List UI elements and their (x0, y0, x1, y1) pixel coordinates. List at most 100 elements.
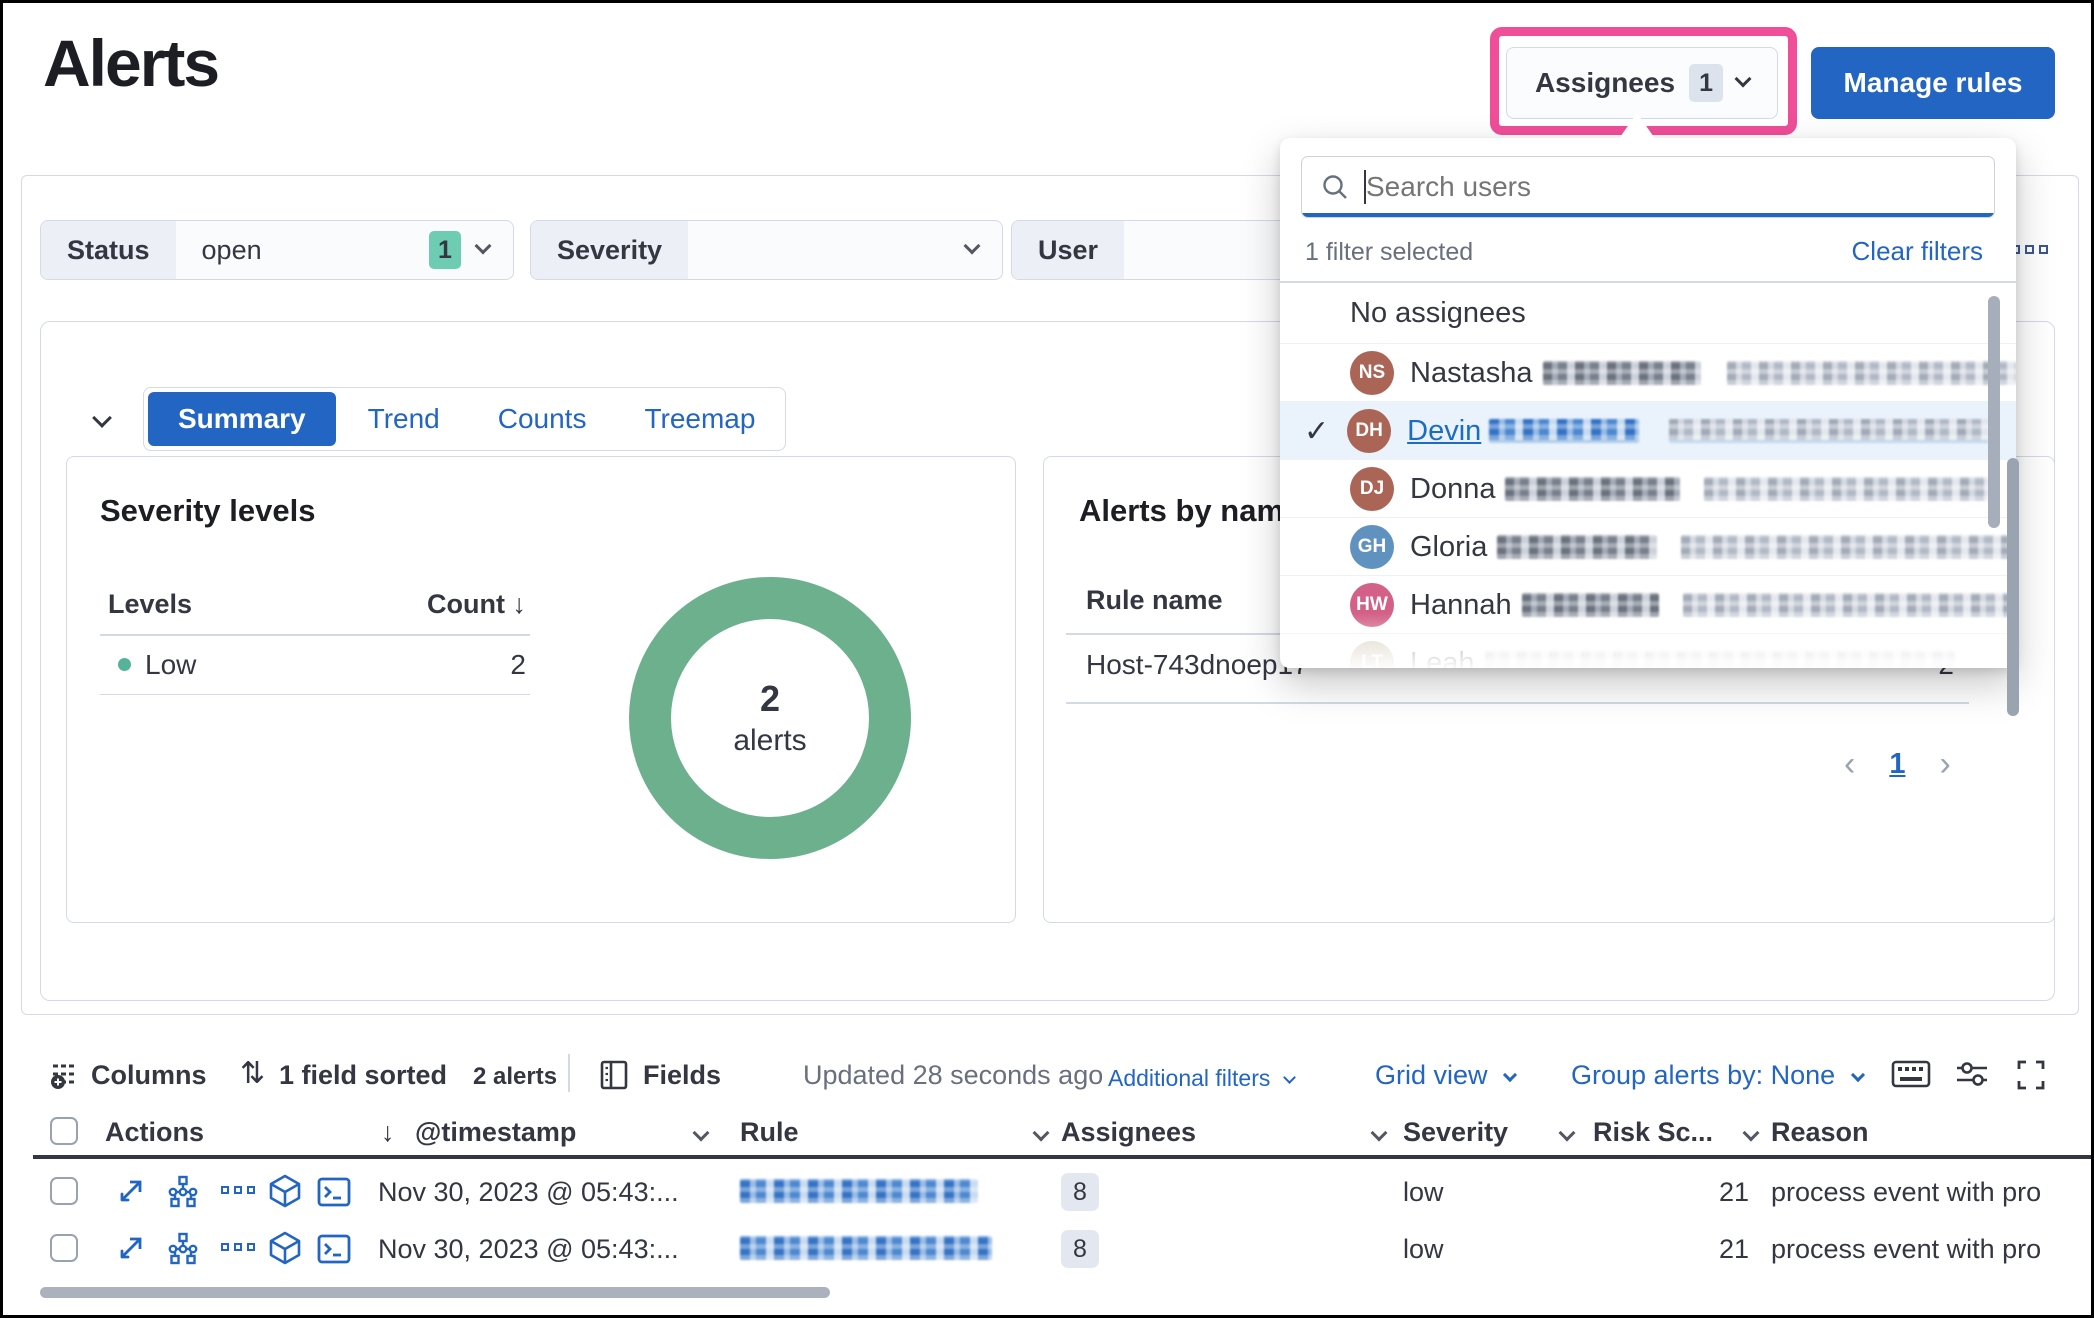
package-cube-icon[interactable] (267, 1230, 303, 1266)
additional-filters-button[interactable]: Additional filters (1108, 1065, 1294, 1092)
row-checkbox[interactable] (50, 1234, 78, 1262)
rule-name-cell[interactable]: Host-743dnoep17 (1086, 649, 1309, 681)
chevron-down-icon (1503, 1068, 1517, 1082)
chevron-down-icon[interactable] (1371, 1125, 1388, 1142)
chevron-down-icon[interactable] (1559, 1125, 1576, 1142)
alerts-by-name-title: Alerts by name (1079, 493, 1301, 529)
redacted-rule-name[interactable] (740, 1179, 978, 1203)
assignee-option-leah[interactable]: LT Leah (1280, 634, 2016, 668)
redacted-text (1683, 593, 2016, 617)
status-filter[interactable]: Status open 1 (40, 220, 514, 280)
reason-cell[interactable]: process event with pro (1771, 1234, 2093, 1265)
assignee-option-devin[interactable]: ✓ DH Devin (1280, 402, 2016, 460)
rule-name-col-header: Rule name (1086, 585, 1223, 616)
assignees-filter-button[interactable]: Assignees 1 (1506, 47, 1778, 119)
severity-row-count: 2 (510, 649, 526, 681)
view-tab-group: Summary Trend Counts Treemap (143, 387, 786, 451)
assignee-option-nastasha[interactable]: NS Nastasha (1280, 344, 2016, 402)
fullscreen-icon[interactable] (2015, 1059, 2047, 1091)
popover-scrollbar[interactable] (1988, 296, 2000, 528)
assignee-option-hannah[interactable]: HW Hannah (1280, 576, 2016, 634)
col-header-timestamp[interactable]: @timestamp (415, 1117, 576, 1148)
severity-legend-row[interactable]: Low 2 (100, 636, 530, 694)
status-count-badge: 1 (429, 231, 461, 269)
session-view-icon[interactable] (317, 1177, 351, 1207)
clear-filters-button[interactable]: Clear filters (1852, 236, 1983, 267)
chevron-down-icon (1735, 71, 1752, 88)
search-users-field[interactable] (1301, 156, 1995, 218)
assignee-option-donna[interactable]: DJ Donna (1280, 460, 2016, 518)
low-severity-dot (118, 658, 131, 671)
sort-desc-icon: ↓ (513, 589, 527, 619)
assignees-count-cell[interactable]: 8 (1061, 1173, 1099, 1211)
check-icon: ✓ (1304, 414, 1329, 449)
redacted-text (1669, 419, 1989, 443)
timestamp-cell[interactable]: Nov 30, 2023 @ 05:43:... (378, 1234, 679, 1265)
manage-rules-label: Manage rules (1844, 67, 2023, 99)
more-filters-icon[interactable] (2011, 245, 2048, 254)
page-title: Alerts (43, 25, 218, 101)
expand-alert-icon[interactable] (115, 1175, 147, 1207)
pagination-prev-icon[interactable]: ‹ (1844, 745, 1855, 784)
tab-treemap[interactable]: Treemap (618, 403, 781, 435)
severity-cell: low (1403, 1177, 1444, 1208)
chevron-down-icon[interactable] (1743, 1125, 1760, 1142)
grid-settings-icon[interactable] (1955, 1059, 1989, 1089)
redacted-text (1704, 477, 1994, 501)
reason-cell[interactable]: process event with pro (1771, 1177, 2093, 1208)
severity-cell: low (1403, 1234, 1444, 1265)
col-header-rule[interactable]: Rule (740, 1117, 799, 1148)
legend-col-count[interactable]: Count ↓ (427, 589, 526, 620)
tab-counts[interactable]: Counts (472, 403, 613, 435)
avatar: NS (1350, 351, 1394, 395)
fields-button[interactable]: Fields (643, 1060, 721, 1091)
columns-button[interactable]: Columns (91, 1060, 207, 1091)
row-checkbox[interactable] (50, 1177, 78, 1205)
severity-panel-title: Severity levels (100, 493, 315, 529)
tab-summary[interactable]: Summary (148, 392, 336, 446)
redacted-text (1505, 477, 1680, 501)
timestamp-cell[interactable]: Nov 30, 2023 @ 05:43:... (378, 1177, 679, 1208)
search-users-input[interactable] (1366, 171, 1994, 203)
chevron-down-icon[interactable] (1033, 1125, 1050, 1142)
redacted-rule-name[interactable] (740, 1236, 992, 1260)
group-alerts-by-button[interactable]: Group alerts by: None (1571, 1060, 1863, 1091)
more-actions-icon[interactable] (221, 1243, 255, 1251)
select-all-checkbox[interactable] (50, 1117, 78, 1145)
page-scrollbar[interactable] (2007, 458, 2019, 716)
session-view-icon[interactable] (317, 1234, 351, 1264)
col-header-severity[interactable]: Severity (1403, 1117, 1508, 1148)
fields-icon[interactable] (599, 1060, 629, 1090)
avatar: HW (1350, 583, 1394, 627)
tab-trend[interactable]: Trend (342, 403, 466, 435)
redacted-text (1522, 593, 1659, 617)
package-cube-icon[interactable] (267, 1173, 303, 1209)
col-header-risk-score[interactable]: Risk Sc... (1593, 1117, 1713, 1148)
manage-rules-button[interactable]: Manage rules (1811, 47, 2055, 119)
expand-alert-icon[interactable] (115, 1232, 147, 1264)
pagination-page-1[interactable]: 1 (1889, 748, 1905, 781)
severity-filter[interactable]: Severity (530, 220, 1003, 280)
no-assignees-option[interactable]: No assignees (1280, 284, 2016, 342)
horizontal-scrollbar[interactable] (40, 1287, 830, 1298)
columns-icon[interactable] (49, 1059, 81, 1091)
analyzer-graph-icon[interactable] (166, 1175, 200, 1209)
pagination-next-icon[interactable]: › (1939, 745, 1950, 784)
grid-view-button[interactable]: Grid view (1375, 1060, 1515, 1091)
timestamp-sort-desc-icon[interactable]: ↓ (381, 1117, 395, 1148)
search-icon (1320, 172, 1350, 202)
popover-arrow (1618, 113, 1656, 140)
assignees-button-label: Assignees (1535, 67, 1675, 99)
more-actions-icon[interactable] (221, 1186, 255, 1194)
severity-row-label: Low (145, 649, 196, 681)
field-sorted-button[interactable]: 1 field sorted (279, 1060, 447, 1091)
analyzer-graph-icon[interactable] (166, 1232, 200, 1266)
assignee-profile-link[interactable]: Devin (1407, 415, 1481, 448)
assignee-option-gloria[interactable]: GH Gloria (1280, 518, 2016, 576)
avatar: GH (1350, 525, 1394, 569)
severity-filter-label: Severity (531, 221, 688, 279)
assignees-count-cell[interactable]: 8 (1061, 1230, 1099, 1268)
col-header-assignees[interactable]: Assignees (1061, 1117, 1196, 1148)
keyboard-shortcuts-icon[interactable] (1891, 1059, 1931, 1089)
chevron-down-icon[interactable] (693, 1125, 710, 1142)
